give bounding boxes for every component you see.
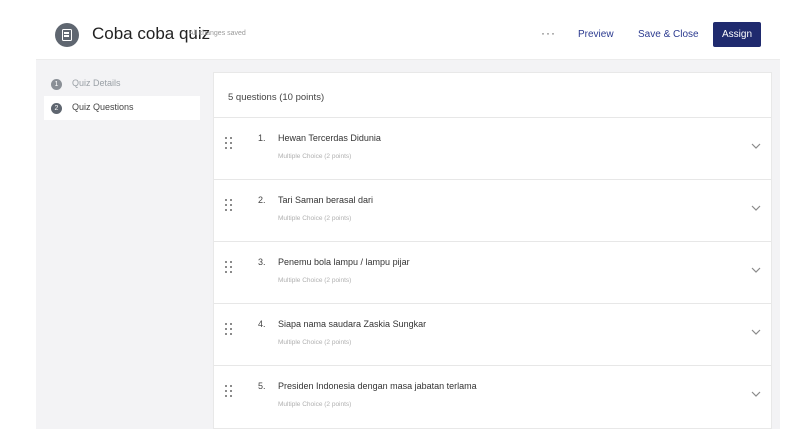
chevron-down-icon[interactable] [750, 203, 762, 213]
quiz-document-icon [55, 23, 79, 47]
question-row[interactable]: 2. Tari Saman berasal dari Multiple Choi… [214, 179, 771, 241]
question-meta: Multiple Choice (2 points) [278, 339, 352, 346]
question-text: Siapa nama saudara Zaskia Sungkar [278, 319, 427, 329]
question-number: 3. [258, 257, 266, 267]
sidebar-item-label: Quiz Details [72, 78, 121, 88]
drag-handle-icon[interactable] [225, 385, 233, 397]
question-row[interactable]: 4. Siapa nama saudara Zaskia Sungkar Mul… [214, 303, 771, 365]
question-meta: Multiple Choice (2 points) [278, 401, 352, 408]
drag-handle-icon[interactable] [225, 199, 233, 211]
app-frame: Coba coba quiz All changes saved ··· Pre… [36, 8, 780, 429]
chevron-down-icon[interactable] [750, 389, 762, 399]
question-number: 5. [258, 381, 266, 391]
question-row[interactable]: 3. Penemu bola lampu / lampu pijar Multi… [214, 241, 771, 303]
quiz-header: Coba coba quiz All changes saved ··· Pre… [36, 8, 780, 60]
question-number: 2. [258, 195, 266, 205]
sidebar: 1 Quiz Details 2 Quiz Questions [44, 72, 200, 120]
sidebar-item-quiz-questions[interactable]: 2 Quiz Questions [44, 96, 200, 120]
chevron-down-icon[interactable] [750, 265, 762, 275]
question-number: 1. [258, 133, 266, 143]
sidebar-item-quiz-details[interactable]: 1 Quiz Details [44, 72, 200, 96]
question-number: 4. [258, 319, 266, 329]
question-meta: Multiple Choice (2 points) [278, 215, 352, 222]
save-close-button[interactable]: Save & Close [638, 29, 699, 40]
question-text: Tari Saman berasal dari [278, 195, 374, 205]
question-meta: Multiple Choice (2 points) [278, 277, 352, 284]
questions-summary: 5 questions (10 points) [228, 92, 325, 103]
question-meta: Multiple Choice (2 points) [278, 153, 352, 160]
drag-handle-icon[interactable] [225, 137, 233, 149]
question-row[interactable]: 1. Hewan Tercerdas Didunia Multiple Choi… [214, 117, 771, 179]
step-2-icon: 2 [51, 103, 62, 114]
questions-panel: 5 questions (10 points) 1. Hewan Tercerd… [213, 72, 772, 429]
drag-handle-icon[interactable] [225, 323, 233, 335]
more-options-button[interactable]: ··· [541, 26, 556, 40]
sidebar-item-label: Quiz Questions [72, 102, 134, 112]
assign-button[interactable]: Assign [713, 22, 761, 47]
chevron-down-icon[interactable] [750, 327, 762, 337]
question-text: Hewan Tercerdas Didunia [278, 133, 381, 143]
step-1-icon: 1 [51, 79, 62, 90]
preview-button[interactable]: Preview [578, 29, 614, 40]
chevron-down-icon[interactable] [750, 141, 762, 151]
drag-handle-icon[interactable] [225, 261, 233, 273]
save-status: All changes saved [189, 30, 246, 37]
question-row[interactable]: 5. Presiden Indonesia dengan masa jabata… [214, 365, 771, 427]
question-text: Presiden Indonesia dengan masa jabatan t… [278, 381, 477, 391]
question-list: 1. Hewan Tercerdas Didunia Multiple Choi… [214, 117, 771, 427]
question-text: Penemu bola lampu / lampu pijar [278, 257, 410, 267]
